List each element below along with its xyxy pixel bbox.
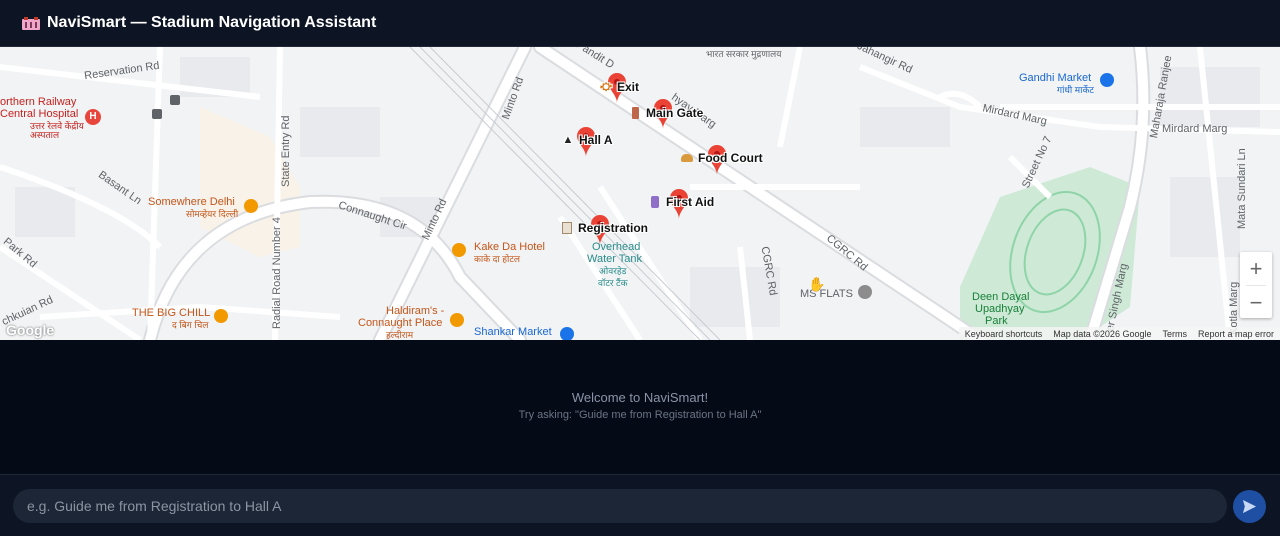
poi-label: Haldiram's -	[386, 305, 445, 317]
restaurant-icon[interactable]	[450, 313, 464, 327]
map-view[interactable]: Reservation Rd State Entry Rd Minto Rd M…	[0, 47, 1280, 340]
shopping-cart-icon[interactable]	[1100, 73, 1114, 87]
poi-label: काके दा होटल	[474, 254, 521, 264]
report-error-link[interactable]: Report a map error	[1198, 329, 1274, 339]
app-title: NaviSmart — Stadium Navigation Assistant	[47, 14, 377, 31]
send-button[interactable]	[1233, 490, 1266, 523]
chat-input[interactable]	[13, 489, 1227, 523]
burger-icon	[680, 151, 694, 165]
marker-label-registration[interactable]: Registration	[560, 221, 648, 235]
poi-label: उत्तर रेलवे केंद्रीय अस्पताल	[30, 121, 84, 140]
poi-label: Somewhere Delhi	[148, 196, 235, 208]
marker-label-hall-a[interactable]: ▲ Hall A	[561, 133, 613, 147]
transit-icon[interactable]	[152, 109, 162, 119]
poi-label: Kake Da Hotel	[474, 241, 545, 253]
street-label: State Entry Rd	[280, 115, 292, 187]
chat-area: Welcome to NaviSmart! Try asking: "Guide…	[0, 340, 1280, 474]
input-bar	[0, 474, 1280, 536]
transit-icon[interactable]	[170, 95, 180, 105]
poi-label: Central Hospital	[0, 108, 79, 120]
medicine-icon	[648, 195, 662, 209]
poi-label: Shankar Market	[474, 326, 552, 338]
poi-label: Park	[985, 315, 1008, 327]
marker-label-first-aid[interactable]: First Aid	[648, 195, 714, 209]
street-label: भारत सरकार मुद्रणालय	[706, 49, 782, 59]
clipboard-icon	[560, 221, 574, 235]
running-person-icon: ⛮	[600, 80, 612, 93]
cafe-icon[interactable]	[214, 309, 228, 323]
marker-label-text: Food Court	[698, 151, 763, 165]
marker-label-text: Hall A	[579, 133, 613, 147]
terms-link[interactable]: Terms	[1162, 329, 1187, 339]
poi-label: वॉटर टैंक	[598, 278, 628, 288]
poi-label: orthern Railway	[0, 96, 77, 108]
marker-label-main-gate[interactable]: Main Gate	[628, 106, 703, 120]
keyboard-shortcuts-link[interactable]: Keyboard shortcuts	[965, 329, 1043, 339]
street-label: Mata Sundari Ln	[1236, 148, 1248, 229]
poi-label: Connaught Place	[358, 317, 443, 329]
map-attribution: Keyboard shortcuts Map data ©2026 Google…	[958, 327, 1280, 340]
poi-label: गांधी मार्केट	[1057, 85, 1094, 95]
stadium-icon	[22, 17, 40, 30]
place-icon[interactable]	[858, 285, 872, 299]
hand-cursor-icon: ✋	[808, 276, 826, 292]
door-icon	[628, 106, 642, 120]
marker-label-food-court[interactable]: Food Court	[680, 151, 763, 165]
marker-label-text: First Aid	[666, 195, 715, 209]
poi-label: Upadhyay	[975, 303, 1025, 315]
poi-label: THE BIG CHILL	[132, 307, 211, 319]
marker-label-text: Main Gate	[646, 106, 704, 120]
hospital-icon[interactable]: H	[85, 109, 101, 125]
poi-label: Gandhi Market	[1019, 72, 1092, 84]
poi-label: Deen Dayal	[972, 291, 1030, 303]
send-icon	[1242, 499, 1257, 514]
google-logo[interactable]: Google	[6, 322, 54, 338]
map-data-text: Map data ©2026 Google	[1053, 328, 1152, 339]
welcome-message: Welcome to NaviSmart!	[571, 390, 709, 405]
poi-label: ओवरहेड	[599, 266, 627, 276]
zoom-in-button[interactable]: +	[1240, 252, 1272, 285]
poi-label: सोमव्हेयर दिल्ली	[186, 209, 239, 219]
app-header: NaviSmart — Stadium Navigation Assistant	[0, 0, 1280, 47]
zoom-out-button[interactable]: −	[1240, 286, 1272, 319]
hint-message: Try asking: "Guide me from Registration …	[518, 409, 762, 421]
marker-label-exit[interactable]: ⛮ Exit	[599, 80, 639, 94]
restaurant-icon[interactable]	[244, 199, 258, 213]
marker-label-text: Registration	[578, 221, 649, 235]
shopping-cart-icon[interactable]	[560, 327, 574, 340]
restaurant-icon[interactable]	[452, 243, 466, 257]
poi-label: द बिग चिल	[172, 320, 209, 330]
marker-label-text: Exit	[617, 80, 640, 94]
poi-label: हल्दीराम	[386, 330, 414, 340]
poi-label: Water Tank	[587, 253, 643, 265]
graduation-cap-icon: ▲	[562, 134, 574, 146]
street-label: Mirdard Marg	[1162, 123, 1228, 135]
street-label: Radial Road Number 4	[271, 217, 283, 329]
zoom-control: + −	[1240, 252, 1272, 318]
